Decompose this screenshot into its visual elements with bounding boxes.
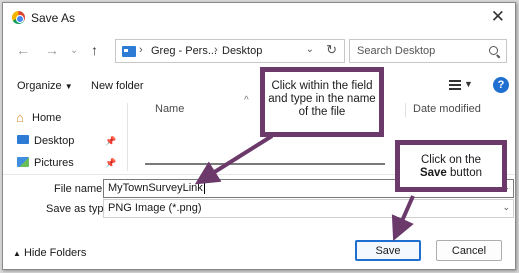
callout-arrows — [194, 134, 415, 241]
arrow-to-file-name — [194, 134, 274, 185]
arrow-to-save-button — [391, 195, 415, 241]
